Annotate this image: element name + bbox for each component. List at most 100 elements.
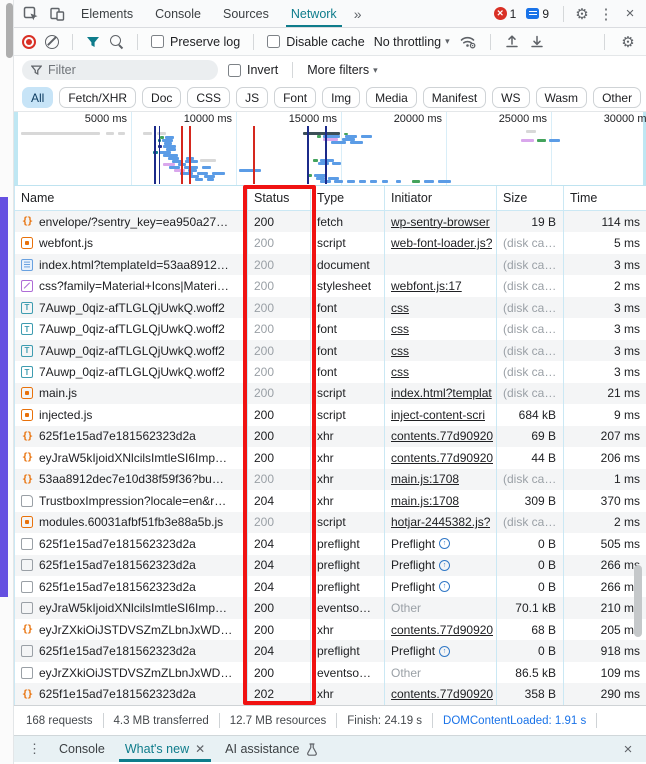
close-drawer-icon[interactable]: × xyxy=(618,738,638,760)
network-conditions-icon[interactable] xyxy=(459,34,477,49)
initiator-link[interactable]: css xyxy=(391,301,409,315)
initiator-link[interactable]: hotjar-2445382.js? xyxy=(391,515,490,529)
filter-toggle-icon[interactable] xyxy=(86,36,100,48)
table-row[interactable]: T7Auwp_0qiz-afTLGLQjUwkQ.woff2200fontcss… xyxy=(15,340,646,361)
export-har-icon[interactable] xyxy=(529,34,545,49)
initiator-link[interactable]: contents.77d90920 xyxy=(391,429,493,443)
cell-name[interactable]: {}625f1e15ad7e181562323d2a xyxy=(15,426,248,447)
drawer-menu-icon[interactable]: ⋮ xyxy=(22,741,47,757)
import-har-icon[interactable] xyxy=(504,34,520,49)
initiator-link[interactable]: inject-content-scri xyxy=(391,408,485,422)
chip-other[interactable]: Other xyxy=(593,87,641,108)
table-row[interactable]: TrustboxImpression?locale=en&r…204xhrmai… xyxy=(15,490,646,511)
table-row[interactable]: eyJraW5kIjoidXNlcilsImtleSI6Imp…200event… xyxy=(15,597,646,618)
invert-checkbox[interactable]: Invert xyxy=(228,63,278,77)
table-row[interactable]: css?family=Material+Icons|Materi…200styl… xyxy=(15,275,646,296)
overview-left-handle[interactable] xyxy=(14,112,18,186)
initiator-link[interactable]: wp-sentry-browser xyxy=(391,215,490,229)
chip-fetch-xhr[interactable]: Fetch/XHR xyxy=(59,87,136,108)
cell-name[interactable]: T7Auwp_0qiz-afTLGLQjUwkQ.woff2 xyxy=(15,340,248,361)
tab-network[interactable]: Network xyxy=(282,0,346,27)
close-devtools-icon[interactable]: × xyxy=(620,3,640,25)
chip-all[interactable]: All xyxy=(22,87,53,108)
table-row[interactable]: T7Auwp_0qiz-afTLGLQjUwkQ.woff2200fontcss… xyxy=(15,318,646,339)
chip-font[interactable]: Font xyxy=(274,87,316,108)
issues-badge[interactable]: 9 xyxy=(526,7,549,21)
cell-name[interactable]: 625f1e15ad7e181562323d2a xyxy=(15,555,248,576)
table-scrollbar-thumb[interactable] xyxy=(634,565,642,637)
error-badge[interactable]: ✕ 1 xyxy=(494,7,517,21)
cell-name[interactable]: {}53aa8912dec7e10d38f59f36?bu… xyxy=(15,469,248,490)
table-row[interactable]: eyJrZXkiOiJSTDVSZmZLbnJxWD…200eventso…Ot… xyxy=(15,662,646,683)
initiator-link[interactable]: contents.77d90920 xyxy=(391,623,493,637)
table-row[interactable]: {}eyJrZXkiOiJSTDVSZmZLbnJxWD…200xhrconte… xyxy=(15,619,646,640)
table-row[interactable]: 625f1e15ad7e181562323d2a204preflightPref… xyxy=(15,576,646,597)
column-header-type[interactable]: Type xyxy=(311,186,385,211)
table-row[interactable]: index.html?templateId=53aa8912…200docume… xyxy=(15,254,646,275)
device-toolbar-icon[interactable] xyxy=(46,3,68,25)
chip-wasm[interactable]: Wasm xyxy=(536,87,588,108)
table-row[interactable]: {}625f1e15ad7e181562323d2a200xhrcontents… xyxy=(15,426,646,447)
initiator-link[interactable]: css xyxy=(391,344,409,358)
preserve-log-checkbox[interactable]: Preserve log xyxy=(151,35,240,49)
table-row[interactable]: modules.60031afbf51fb3e88a5b.js200script… xyxy=(15,512,646,533)
tab-elements[interactable]: Elements xyxy=(72,0,142,27)
table-row[interactable]: T7Auwp_0qiz-afTLGLQjUwkQ.woff2200fontcss… xyxy=(15,361,646,382)
page-scrollbar-thumb[interactable] xyxy=(6,3,13,58)
cell-name[interactable]: T7Auwp_0qiz-afTLGLQjUwkQ.woff2 xyxy=(15,318,248,339)
chip-doc[interactable]: Doc xyxy=(142,87,181,108)
table-row[interactable]: {}625f1e15ad7e181562323d2a202xhrcontents… xyxy=(15,683,646,704)
disable-cache-checkbox[interactable]: Disable cache xyxy=(267,35,365,49)
drawer-tab-whats-new[interactable]: What's new ✕ xyxy=(117,736,213,762)
cell-name[interactable]: injected.js xyxy=(15,404,248,425)
preflight-request-icon[interactable]: ↑ xyxy=(439,560,450,571)
chip-css[interactable]: CSS xyxy=(187,87,230,108)
table-row[interactable]: 625f1e15ad7e181562323d2a204preflightPref… xyxy=(15,640,646,661)
column-header-name[interactable]: Name xyxy=(15,186,248,211)
inspect-element-icon[interactable] xyxy=(20,3,42,25)
table-row[interactable]: injected.js200scriptinject-content-scri6… xyxy=(15,404,646,425)
kebab-menu-icon[interactable]: ⋮ xyxy=(596,3,616,25)
initiator-link[interactable]: contents.77d90920 xyxy=(391,687,493,701)
filter-input-pill[interactable] xyxy=(22,60,218,80)
drawer-tab-console[interactable]: Console xyxy=(51,736,113,762)
table-row[interactable]: {}eyJraW5kIjoidXNlcilsImtleSI6Imp…200xhr… xyxy=(15,447,646,468)
clear-network-log-button[interactable] xyxy=(45,35,59,49)
table-row[interactable]: {}53aa8912dec7e10d38f59f36?bu…200xhrmain… xyxy=(15,469,646,490)
table-row[interactable]: 625f1e15ad7e181562323d2a204preflightPref… xyxy=(15,555,646,576)
column-header-time[interactable]: Time xyxy=(564,186,646,211)
cell-name[interactable]: css?family=Material+Icons|Materi… xyxy=(15,275,248,296)
chip-media[interactable]: Media xyxy=(366,87,417,108)
initiator-link[interactable]: webfont.js:17 xyxy=(391,279,462,293)
tab-console[interactable]: Console xyxy=(146,0,210,27)
column-header-size[interactable]: Size xyxy=(497,186,564,211)
close-tab-icon[interactable]: ✕ xyxy=(195,742,205,756)
cell-name[interactable]: eyJrZXkiOiJSTDVSZmZLbnJxWD… xyxy=(15,662,248,683)
initiator-link[interactable]: web-font-loader.js? xyxy=(391,236,492,250)
cell-name[interactable]: 625f1e15ad7e181562323d2a xyxy=(15,640,248,661)
cell-name[interactable]: T7Auwp_0qiz-afTLGLQjUwkQ.woff2 xyxy=(15,297,248,318)
preflight-request-icon[interactable]: ↑ xyxy=(439,581,450,592)
cell-name[interactable]: {}625f1e15ad7e181562323d2a xyxy=(15,683,248,704)
cell-name[interactable]: index.html?templateId=53aa8912… xyxy=(15,254,248,275)
more-tabs-icon[interactable]: » xyxy=(350,6,366,22)
more-filters-button[interactable]: More filters ▾ xyxy=(307,63,377,77)
cell-name[interactable]: modules.60031afbf51fb3e88a5b.js xyxy=(15,512,248,533)
cell-name[interactable]: eyJraW5kIjoidXNlcilsImtleSI6Imp… xyxy=(15,597,248,618)
cell-name[interactable]: T7Auwp_0qiz-afTLGLQjUwkQ.woff2 xyxy=(15,361,248,382)
cell-name[interactable]: {}envelope/?sentry_key=ea950a27… xyxy=(15,211,248,232)
table-row[interactable]: 625f1e15ad7e181562323d2a204preflightPref… xyxy=(15,533,646,554)
chip-manifest[interactable]: Manifest xyxy=(423,87,486,108)
column-header-initiator[interactable]: Initiator xyxy=(385,186,497,211)
cell-name[interactable]: {}eyJrZXkiOiJSTDVSZmZLbnJxWD… xyxy=(15,619,248,640)
cell-name[interactable]: 625f1e15ad7e181562323d2a xyxy=(15,533,248,554)
dom-content-loaded-stat[interactable]: DOMContentLoaded: 1.91 s xyxy=(443,715,586,727)
initiator-link[interactable]: main.js:1708 xyxy=(391,494,459,508)
preflight-request-icon[interactable]: ↑ xyxy=(439,646,450,657)
preflight-request-icon[interactable]: ↑ xyxy=(439,538,450,549)
cell-name[interactable]: {}eyJraW5kIjoidXNlcilsImtleSI6Imp… xyxy=(15,447,248,468)
throttling-dropdown[interactable]: No throttling ▾ xyxy=(374,35,450,49)
initiator-link[interactable]: css xyxy=(391,322,409,336)
cell-name[interactable]: 625f1e15ad7e181562323d2a xyxy=(15,576,248,597)
table-row[interactable]: webfont.js200scriptweb-font-loader.js?(d… xyxy=(15,232,646,253)
